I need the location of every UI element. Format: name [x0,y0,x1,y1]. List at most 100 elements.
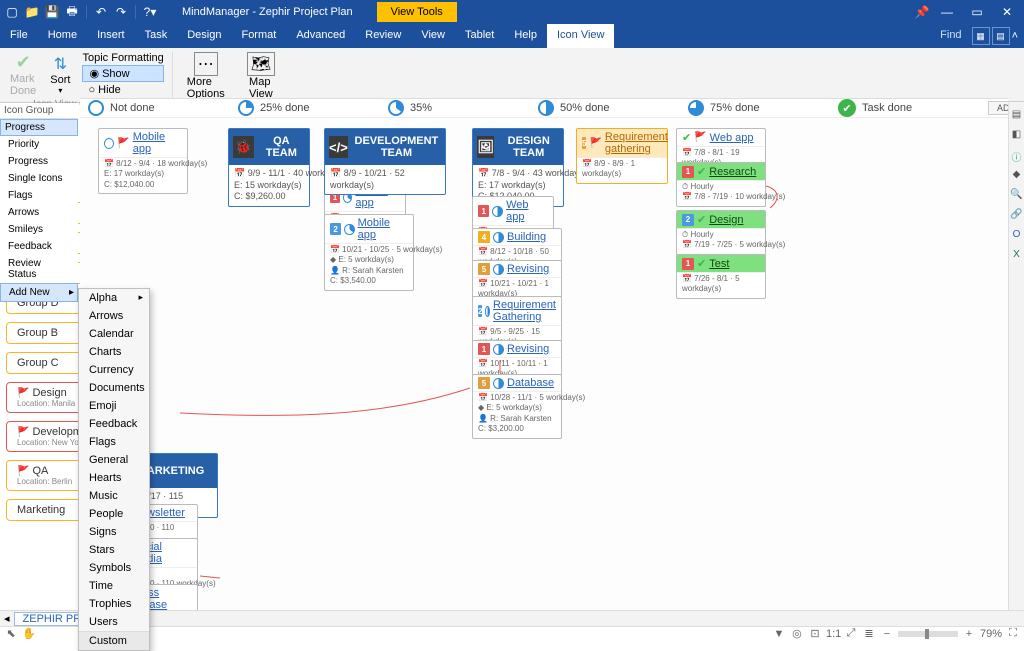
submenu-arrows[interactable]: Arrows [79,307,149,325]
more-options-button[interactable]: ⋯More Options [179,50,233,102]
submenu-charts[interactable]: Charts [79,343,149,361]
icon-view-menu[interactable]: Icon View [547,24,615,48]
submenu-documents[interactable]: Documents [79,379,149,397]
zoom-out-icon[interactable]: − [880,628,894,640]
sidebar-arrows[interactable]: Arrows [0,204,78,221]
filter-icon[interactable]: ▼ [772,628,786,640]
task-menu[interactable]: Task [135,24,178,48]
mark-done-button[interactable]: ✔Mark Done [6,50,40,99]
pin-icon[interactable]: 📌 [914,4,930,20]
zoom-in-icon[interactable]: + [962,628,976,640]
task-dev-mobile[interactable]: 2Mobile app 📅 10/21 - 10/25 · 5 workday(… [324,214,414,291]
hide-option[interactable]: ○Hide [82,83,163,97]
lane-75: 75% done [710,102,760,114]
submenu-music[interactable]: Music [79,487,149,505]
sidebar-smileys[interactable]: Smileys [0,221,78,238]
submenu-custom[interactable]: Custom [79,631,149,650]
dev-team-card[interactable]: </>DEVELOPMENT TEAM 📅 8/9 - 10/21 · 52 w… [324,128,446,195]
sidebar-priority[interactable]: Priority [0,136,78,153]
home-menu[interactable]: Home [38,24,87,48]
hand-icon[interactable]: ✋ [22,627,36,640]
help-menu[interactable]: Help [504,24,547,48]
chevron-up-icon[interactable]: ˄ [1012,30,1018,42]
sidebar-flags[interactable]: Flags [0,187,78,204]
excel-icon[interactable]: X [1010,249,1024,263]
submenu-flags[interactable]: Flags [79,433,149,451]
submenu-feedback[interactable]: Feedback [79,415,149,433]
canvas[interactable]: 🚩Mobile app 📅 8/12 - 9/4 · 18 workday(s)… [80,118,1008,610]
tree-collapse-icon[interactable]: ◂ [4,612,10,625]
submenu-calendar[interactable]: Calendar [79,325,149,343]
find-field[interactable]: Find [930,24,971,48]
submenu-trophies[interactable]: Trophies [79,595,149,613]
task-test[interactable]: 1✔Test 📅 7/26 - 8/1 · 5 workday(s) [676,254,766,299]
info-icon[interactable]: ⓘ [1010,149,1024,163]
fit-icon[interactable]: ⊡ [808,627,822,640]
title-bar: ▢ 📁 💾 🖶 ↶ ↷ ?▾ MindManager - Zephir Proj… [0,0,1024,24]
expand-icon[interactable]: ⤢ [844,627,858,640]
view-menu[interactable]: View [411,24,455,48]
print-icon[interactable]: 🖶 [64,4,80,20]
submenu-currency[interactable]: Currency [79,361,149,379]
submenu-hearts[interactable]: Hearts [79,469,149,487]
sidebar-selected[interactable]: Progress [0,119,78,136]
sidebar-single[interactable]: Single Icons [0,170,78,187]
undo-icon[interactable]: ↶ [93,4,109,20]
zoom-slider[interactable] [898,631,958,637]
review-menu[interactable]: Review [355,24,411,48]
task-database[interactable]: 5Database 📅 10/28 - 11/1 · 5 workday(s) … [472,374,562,439]
submenu-signs[interactable]: Signs [79,523,149,541]
grid-icon[interactable]: ▦ [972,27,990,45]
redo-icon[interactable]: ↷ [113,4,129,20]
lane-35: 35% [410,102,432,114]
panel-icon-2[interactable]: ◧ [1010,129,1024,143]
help-dropdown-icon[interactable]: ?▾ [142,4,158,20]
close-button[interactable]: ✕ [994,5,1020,19]
link-icon[interactable]: 🔗 [1010,209,1024,223]
search-icon[interactable]: 🔍 [1010,189,1024,203]
actual-icon[interactable]: 1:1 [826,628,840,640]
sort-button[interactable]: ⇅Sort▾ [46,52,74,97]
submenu-time[interactable]: Time [79,577,149,595]
sidebar-progress[interactable]: Progress [0,153,78,170]
task-research[interactable]: 1✔Research ⏱ Hourly 📅 7/8 - 7/19 · 10 wo… [676,162,766,207]
submenu-stars[interactable]: Stars [79,541,149,559]
submenu-symbols[interactable]: Symbols [79,559,149,577]
qa-team-card[interactable]: 🐞QA TEAM 📅 9/9 - 11/1 · 40 workday(s) E:… [228,128,310,207]
show-option[interactable]: ◉Show [82,65,163,82]
design-menu[interactable]: Design [177,24,231,48]
levels-icon[interactable]: ≣ [862,627,876,640]
sidebar-add-new[interactable]: Add New [0,283,78,302]
outlook-icon[interactable]: O [1010,229,1024,243]
sidebar-feedback[interactable]: Feedback [0,238,78,255]
insert-menu[interactable]: Insert [87,24,135,48]
fullscreen-icon[interactable]: ⛶ [1006,627,1020,640]
task-mobile-app[interactable]: 🚩Mobile app 📅 8/12 - 9/4 · 18 workday(s)… [98,128,188,194]
map-view-button[interactable]: 🗺Map View [239,50,283,102]
format-menu[interactable]: Format [231,24,286,48]
file-menu[interactable]: File [0,24,38,48]
sidebar-review[interactable]: Review Status [0,255,78,283]
submenu-alpha[interactable]: Alpha [79,289,149,307]
submenu-users[interactable]: Users [79,613,149,631]
progress-lanes: Not done 25% done 35% 50% done 75% done … [80,98,1008,118]
topic-formatting-label: Topic Formatting [82,52,163,64]
submenu-general[interactable]: General [79,451,149,469]
shapes-icon[interactable]: ◆ [1010,169,1024,183]
list-icon[interactable]: ▤ [992,27,1010,45]
advanced-menu[interactable]: Advanced [286,24,355,48]
save-icon[interactable]: 💾 [44,4,60,20]
panel-icon[interactable]: ▤ [1010,109,1024,123]
target-icon[interactable]: ◎ [790,627,804,640]
pointer-icon[interactable]: ⬉ [4,627,18,640]
new-icon[interactable]: ▢ [4,4,20,20]
task-requirement-gathering-75[interactable]: 5🚩Requirement gathering 📅 8/9 - 8/9 · 1 … [576,128,668,184]
view-tools-tab[interactable]: View Tools [377,2,457,22]
task-design-done[interactable]: 2✔Design ⏱ Hourly 📅 7/19 - 7/25 · 5 work… [676,210,766,255]
tablet-menu[interactable]: Tablet [455,24,504,48]
minimize-button[interactable]: — [934,5,960,19]
submenu-people[interactable]: People [79,505,149,523]
submenu-emoji[interactable]: Emoji [79,397,149,415]
open-icon[interactable]: 📁 [24,4,40,20]
maximize-button[interactable]: ▭ [964,5,990,19]
